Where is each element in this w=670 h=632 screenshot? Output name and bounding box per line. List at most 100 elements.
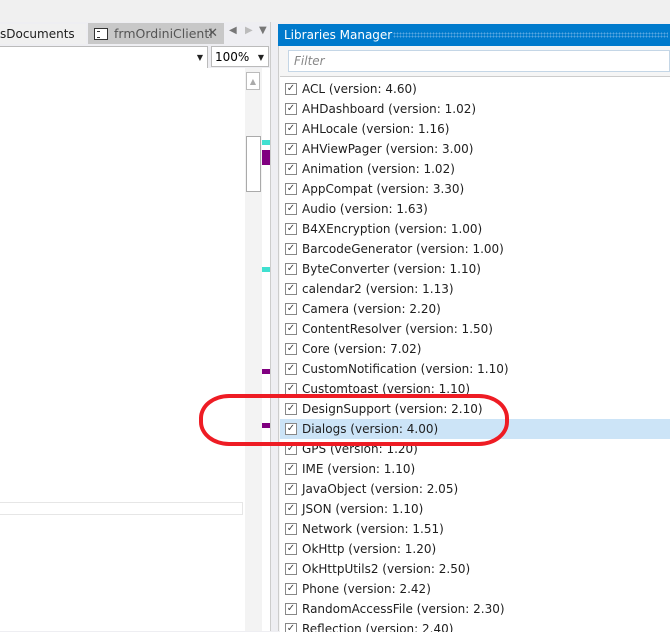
library-item[interactable]: ✓ ContentResolver (version: 1.50) <box>280 319 670 339</box>
library-item[interactable]: ✓ OkHttpUtils2 (version: 2.50) <box>280 559 670 579</box>
checkbox[interactable]: ✓ <box>285 483 297 495</box>
scroll-left-icon[interactable]: ◀ <box>229 25 237 36</box>
library-item[interactable]: ✓ Network (version: 1.51) <box>280 519 670 539</box>
library-item[interactable]: ✓ ACL (version: 4.60) <box>280 79 670 99</box>
scrollbar-thumb[interactable] <box>246 136 261 192</box>
library-item[interactable]: ✓ JSON (version: 1.10) <box>280 499 670 519</box>
marker-cyan <box>262 267 270 272</box>
panel-title-bar: Libraries Manager <box>278 24 670 46</box>
library-label: ACL (version: 4.60) <box>302 82 417 96</box>
library-item[interactable]: ✓ AHDashboard (version: 1.02) <box>280 99 670 119</box>
library-label: AHLocale (version: 1.16) <box>302 122 450 136</box>
library-item[interactable]: ✓ ByteConverter (version: 1.10) <box>280 259 670 279</box>
library-item[interactable]: ✓ RandomAccessFile (version: 2.30) <box>280 599 670 619</box>
library-label: OkHttp (version: 1.20) <box>302 542 437 556</box>
checkbox[interactable]: ✓ <box>285 103 297 115</box>
library-label: ByteConverter (version: 1.10) <box>302 262 481 276</box>
checkbox[interactable]: ✓ <box>285 283 297 295</box>
checkbox[interactable]: ✓ <box>285 543 297 555</box>
grip[interactable] <box>393 32 668 38</box>
checkbox[interactable]: ✓ <box>285 223 297 235</box>
library-label: OkHttpUtils2 (version: 2.50) <box>302 562 471 576</box>
checkbox[interactable]: ✓ <box>285 323 297 335</box>
library-item[interactable]: ✓ BarcodeGenerator (version: 1.00) <box>280 239 670 259</box>
libraries-list: ✓ ACL (version: 4.60) ✓ AHDashboard (versio… <box>280 76 670 632</box>
library-label: CustomNotification (version: 1.10) <box>302 362 509 376</box>
library-item[interactable]: ✓ Reflection (version: 2.40) <box>280 619 670 632</box>
marker-purple <box>262 150 270 165</box>
library-label: AHViewPager (version: 3.00) <box>302 142 474 156</box>
checkbox[interactable]: ✓ <box>285 183 297 195</box>
checkbox[interactable]: ✓ <box>285 363 297 375</box>
form-icon <box>94 28 108 40</box>
library-label: IME (version: 1.10) <box>302 462 416 476</box>
checkbox[interactable]: ✓ <box>285 583 297 595</box>
library-label: JSON (version: 1.10) <box>302 502 424 516</box>
close-icon[interactable]: ✕ <box>207 23 218 44</box>
zoom-value: 100% <box>215 50 250 64</box>
library-label: RandomAccessFile (version: 2.30) <box>302 602 505 616</box>
marker-purple <box>262 369 270 374</box>
filter-placeholder: Filter <box>294 54 325 68</box>
library-item[interactable]: ✓ JavaObject (version: 2.05) <box>280 479 670 499</box>
tab-label: sDocuments <box>0 27 75 41</box>
designer-canvas[interactable] <box>0 68 270 631</box>
checkbox[interactable]: ✓ <box>285 123 297 135</box>
checkbox[interactable]: ✓ <box>285 163 297 175</box>
library-label: Reflection (version: 2.40) <box>302 622 454 632</box>
checkbox[interactable]: ✓ <box>285 343 297 355</box>
library-item[interactable]: ✓ OkHttp (version: 1.20) <box>280 539 670 559</box>
library-label: Network (version: 1.51) <box>302 522 444 536</box>
library-label: calendar2 (version: 1.13) <box>302 282 454 296</box>
library-item[interactable]: ✓ Animation (version: 1.02) <box>280 159 670 179</box>
tab-list-icon[interactable]: ▼ <box>259 25 267 36</box>
title-strip <box>0 0 670 22</box>
library-item[interactable]: ✓ AHLocale (version: 1.16) <box>280 119 670 139</box>
annotation-ellipse <box>199 394 509 446</box>
marker-cyan <box>262 140 270 145</box>
scroll-right-icon[interactable]: ▶ <box>245 25 253 36</box>
filter-input[interactable]: Filter <box>288 50 670 72</box>
library-label: Animation (version: 1.02) <box>302 162 455 176</box>
panel-title: Libraries Manager <box>284 28 393 42</box>
library-item[interactable]: ✓ Phone (version: 2.42) <box>280 579 670 599</box>
library-label: AHDashboard (version: 1.02) <box>302 102 477 116</box>
library-item[interactable]: ✓ Core (version: 7.02) <box>280 339 670 359</box>
checkbox[interactable]: ✓ <box>285 83 297 95</box>
library-label: Audio (version: 1.63) <box>302 202 428 216</box>
library-item[interactable]: ✓ AHViewPager (version: 3.00) <box>280 139 670 159</box>
checkbox[interactable]: ✓ <box>285 303 297 315</box>
library-label: Core (version: 7.02) <box>302 342 422 356</box>
chevron-down-icon: ▼ <box>196 53 203 62</box>
library-label: Phone (version: 2.42) <box>302 582 431 596</box>
scroll-up-button[interactable]: ▲ <box>246 72 260 90</box>
tab-frmordiniclienti[interactable]: frmOrdiniClienti ✕ <box>88 23 224 44</box>
checkbox[interactable]: ✓ <box>285 523 297 535</box>
library-item[interactable]: ✓ Camera (version: 2.20) <box>280 299 670 319</box>
horizontal-field <box>0 502 243 515</box>
tab-label: frmOrdiniClienti <box>114 26 213 41</box>
library-item[interactable]: ✓ calendar2 (version: 1.13) <box>280 279 670 299</box>
checkbox[interactable]: ✓ <box>285 463 297 475</box>
library-item[interactable]: ✓ IME (version: 1.10) <box>280 459 670 479</box>
checkbox[interactable]: ✓ <box>285 243 297 255</box>
library-label: JavaObject (version: 2.05) <box>302 482 459 496</box>
checkbox[interactable]: ✓ <box>285 503 297 515</box>
checkbox[interactable]: ✓ <box>285 263 297 275</box>
tab-documents[interactable]: sDocuments <box>0 24 86 44</box>
library-label: ContentResolver (version: 1.50) <box>302 322 493 336</box>
library-label: Camera (version: 2.20) <box>302 302 441 316</box>
zoom-select[interactable]: 100% ▼ <box>211 46 269 67</box>
library-item[interactable]: ✓ Audio (version: 1.63) <box>280 199 670 219</box>
checkbox[interactable]: ✓ <box>285 603 297 615</box>
chevron-down-icon: ▼ <box>257 53 264 62</box>
library-item[interactable]: ✓ CustomNotification (version: 1.10) <box>280 359 670 379</box>
checkbox[interactable]: ✓ <box>285 143 297 155</box>
library-item[interactable]: ✓ AppCompat (version: 3.30) <box>280 179 670 199</box>
library-item[interactable]: ✓ B4XEncryption (version: 1.00) <box>280 219 670 239</box>
checkbox[interactable]: ✓ <box>285 203 297 215</box>
object-select[interactable]: ▼ <box>0 46 208 69</box>
library-label: B4XEncryption (version: 1.00) <box>302 222 483 236</box>
checkbox[interactable]: ✓ <box>285 563 297 575</box>
library-label: AppCompat (version: 3.30) <box>302 182 465 196</box>
